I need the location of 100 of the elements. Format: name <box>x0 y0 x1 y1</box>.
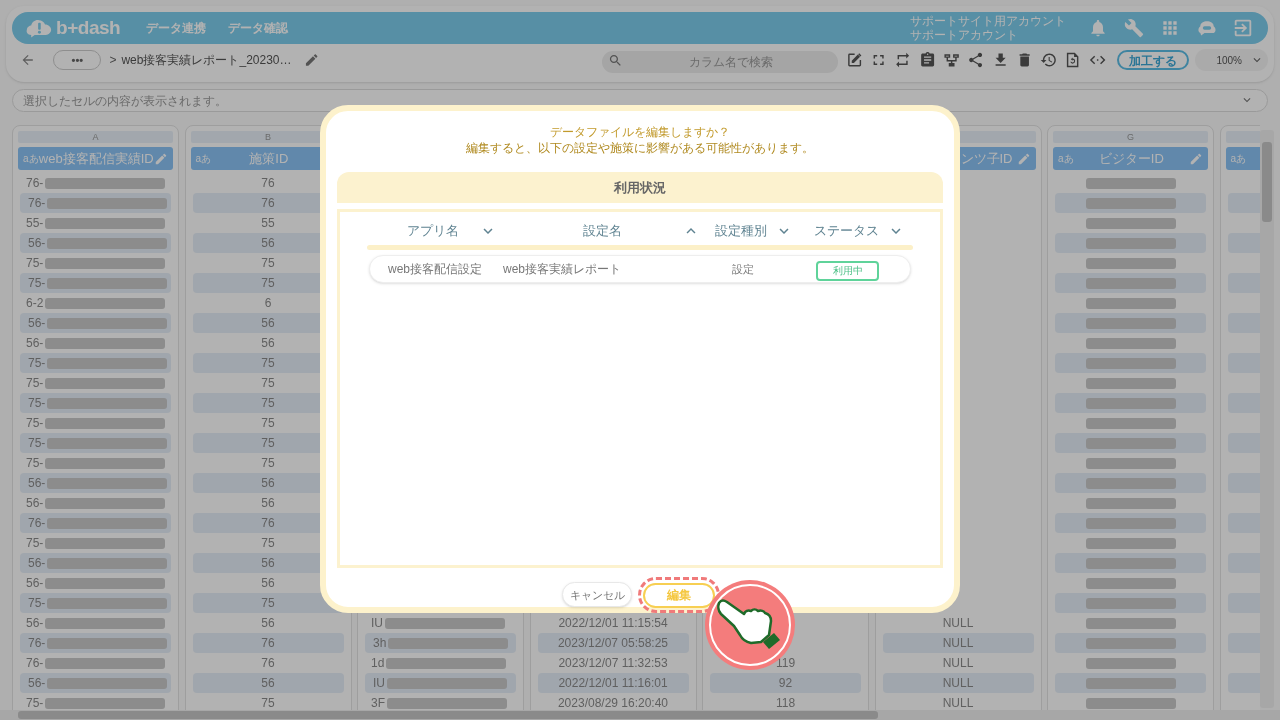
dialog-message: 編集すると、以下の設定や施策に影響がある可能性があります。 <box>465 141 815 156</box>
column-heading[interactable]: アプリ名 <box>406 221 459 241</box>
column-heading[interactable]: 設定名 <box>583 221 622 241</box>
cell-text: 2023/08/29 16:20:40 <box>557 695 669 712</box>
hierarchy-icon[interactable] <box>943 51 961 69</box>
cell-text: 75 <box>261 455 275 472</box>
cell-text: 75- <box>26 695 44 712</box>
cell-text: 56 <box>261 235 275 252</box>
cell-text: 119 <box>775 655 796 672</box>
breadcrumb-more-button[interactable]: ••• <box>53 50 102 70</box>
history-icon[interactable] <box>1040 51 1058 69</box>
cell-text: 56- <box>26 615 44 632</box>
cell-text: 92 <box>778 675 793 692</box>
cell-text: 76 <box>261 195 275 212</box>
column-title: web接客配信実績ID <box>38 149 154 168</box>
cell-text: 75 <box>261 415 275 432</box>
cell-text: 75- <box>26 415 44 432</box>
cell-text: 55- <box>26 215 44 232</box>
cell-text: 56- <box>28 555 46 572</box>
pencil-icon[interactable] <box>303 52 319 68</box>
cell-text: 56- <box>28 675 46 692</box>
cell-text: 1d <box>371 655 385 672</box>
cell-text: NULL <box>942 695 974 712</box>
cell-text: 75- <box>28 275 46 292</box>
horizontal-scrollbar[interactable] <box>0 710 1280 720</box>
cell-text: 75- <box>28 595 46 612</box>
type-label: aあ <box>1058 152 1074 166</box>
breadcrumb-separator: > <box>109 52 117 69</box>
column-letter: B <box>265 132 271 142</box>
repeat-icon[interactable] <box>894 51 912 69</box>
cell-text: 75 <box>261 535 275 552</box>
type-label: aあ <box>1230 152 1247 166</box>
cell-text: 75 <box>261 255 275 272</box>
cell-text: NULL <box>942 655 974 672</box>
logo-icon <box>26 17 52 39</box>
usage-row[interactable]: web接客配信設定 web接客実績レポート 設定 利用中 <box>369 255 911 283</box>
cell-text: 56- <box>28 235 46 252</box>
cell-text: 2022/12/01 11:16:01 <box>558 675 668 692</box>
file-name: web接客実績レポート_20230… <box>121 52 292 69</box>
logo-text: b+dash <box>56 15 121 40</box>
cell-text: IU <box>371 615 383 632</box>
back-arrow-icon[interactable] <box>20 52 36 68</box>
cell-text: 75 <box>261 355 275 372</box>
setting-name: web接客実績レポート <box>502 261 622 278</box>
cell-text: 56 <box>261 335 275 352</box>
cell-text: 2022/12/01 11:15:54 <box>558 615 668 632</box>
type-label: aあ <box>23 152 39 166</box>
cell-text: 56- <box>26 495 44 512</box>
clipboard-icon[interactable] <box>918 51 936 69</box>
cell-text: 75 <box>261 395 275 412</box>
cell-text: 75- <box>26 375 44 392</box>
cancel-button[interactable]: キャンセル <box>562 582 632 608</box>
cell-text: 75- <box>28 355 46 372</box>
cell-text: 76- <box>28 195 46 212</box>
cell-text: 76- <box>28 515 46 532</box>
cell-text: 56- <box>28 315 46 332</box>
type-label: aあ <box>195 152 212 166</box>
cell-text: 75 <box>261 435 275 452</box>
cell-text: 75 <box>261 595 275 612</box>
cell-text: NULL <box>942 635 974 652</box>
cell-text: 75 <box>261 275 275 292</box>
dialog-title: データファイルを編集しますか？ <box>549 124 731 140</box>
cell-text: 76 <box>261 655 275 672</box>
cell-text: 2023/12/07 11:32:53 <box>558 655 668 672</box>
cell-text: 56 <box>261 475 275 492</box>
cell-text: 56 <box>261 675 275 692</box>
zoom-select[interactable]: 100% <box>1194 49 1268 71</box>
cell-text: 2023/12/07 05:58:25 <box>557 635 669 652</box>
cell-text: 56- <box>26 575 44 592</box>
cell-text: 76- <box>28 635 46 652</box>
cell-text: 76- <box>26 175 44 192</box>
cell-text: 118 <box>775 695 796 712</box>
cell-text: 75- <box>26 535 44 552</box>
cell-text: 56- <box>26 335 44 352</box>
cell-text: 56 <box>261 315 275 332</box>
cell-text: 75- <box>28 395 46 412</box>
cell-text: NULL <box>942 615 974 632</box>
cell-text: NULL <box>942 675 974 692</box>
cell-text: 6-2 <box>26 295 44 312</box>
account-name: サポートアカウント <box>910 28 1019 42</box>
cell-text: IU <box>373 675 385 692</box>
column-heading[interactable]: ステータス <box>813 221 879 241</box>
cell-text: 3h <box>373 635 387 652</box>
cell-text: 75 <box>261 695 275 712</box>
edit-icon[interactable] <box>845 51 864 69</box>
app-name: web接客配信設定 <box>387 261 483 278</box>
process-button[interactable]: 加工する <box>1116 50 1189 70</box>
cell-text: 56 <box>261 555 275 572</box>
cell-text: 76 <box>261 175 275 192</box>
account-name: サポートサイト用アカウント <box>910 14 1066 28</box>
setting-type: 設定 <box>731 261 755 277</box>
cell-text: 75- <box>26 455 44 472</box>
cell-text: 76- <box>26 655 44 672</box>
cell-text: 76 <box>261 515 275 532</box>
vertical-scrollbar[interactable] <box>1260 130 1274 708</box>
cell-text: 56 <box>261 495 275 512</box>
column-heading[interactable]: 設定種別 <box>715 221 767 241</box>
share-icon[interactable] <box>967 51 985 69</box>
cell-text: 75 <box>261 375 275 392</box>
cell-text: 56 <box>261 615 275 632</box>
